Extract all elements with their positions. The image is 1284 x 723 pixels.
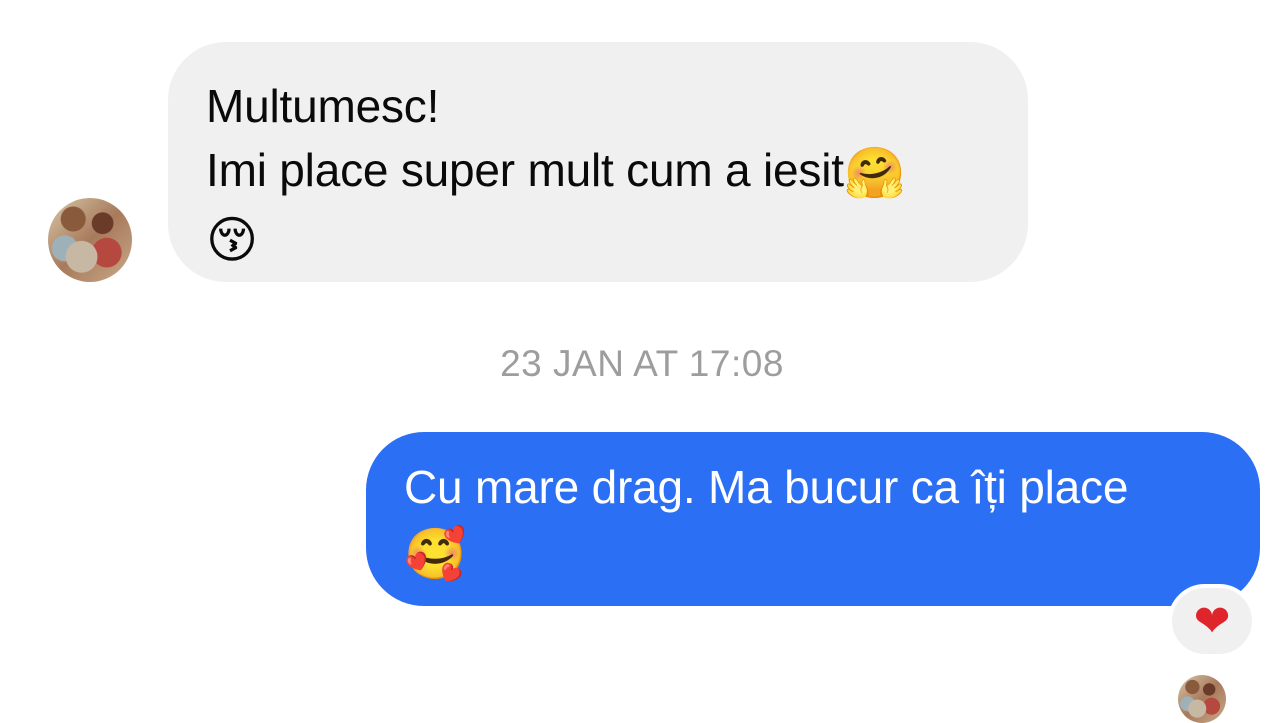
hugging-face-emoji: 🤗 xyxy=(843,144,906,202)
message-timestamp: 23 JAN AT 17:08 xyxy=(500,343,784,384)
contact-avatar[interactable] xyxy=(48,198,132,282)
message-text-line: 🥰 xyxy=(404,519,1230,586)
message-reaction[interactable]: ❤ xyxy=(1168,584,1256,658)
kissing-face-emoji: 😚 xyxy=(206,211,258,269)
message-text-line: Cu mare drag. Ma bucur ca îți place xyxy=(404,461,1129,513)
seen-by-avatar xyxy=(1178,675,1226,723)
message-text-line: Imi place super mult cum a iesit🤗 xyxy=(206,138,992,205)
sent-message-bubble[interactable]: Cu mare drag. Ma bucur ca îți place 🥰 xyxy=(366,432,1260,606)
message-text: Imi place super mult cum a iesit xyxy=(206,144,844,196)
message-text-line: 😚 xyxy=(206,205,992,272)
message-text-line: Multumesc! xyxy=(206,80,440,132)
received-message-bubble[interactable]: Multumesc! Imi place super mult cum a ie… xyxy=(168,42,1028,282)
smiling-face-with-hearts-emoji: 🥰 xyxy=(404,525,467,583)
heart-reaction-icon: ❤ xyxy=(1193,595,1231,647)
